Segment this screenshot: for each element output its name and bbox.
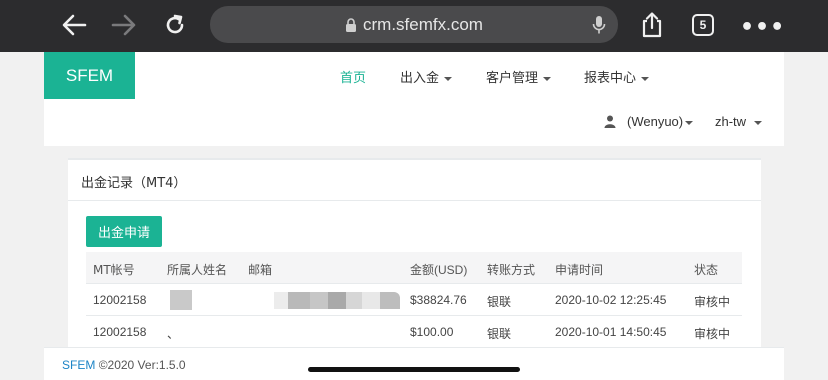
lock-icon [346,17,357,32]
nav-customer-management-label: 客户管理 [486,71,539,86]
redacted-email [274,292,400,309]
column-header[interactable]: 转账方式 [487,261,535,278]
amount: $100.00 [410,325,454,339]
reload-icon [166,14,184,34]
nav-report-center-label: 报表中心 [584,71,637,86]
apply-time: 2020-10-01 14:50:45 [555,325,667,339]
table-row[interactable]: 12002158 $38824.76 银联 2020-10-02 12:25:4… [86,284,742,316]
footer-brand-link[interactable]: SFEM [62,358,95,372]
chevron-down-icon [685,120,694,125]
back-button[interactable] [55,7,93,43]
browser-toolbar: crm.sfemfx.com 5 ••• [0,0,828,52]
column-header[interactable]: 申请时间 [555,261,603,278]
withdrawal-apply-button[interactable]: 出金申请 [86,216,162,247]
top-navbar: SFEM 首页 出入金 客户管理 报表中心 (Wenyuo) zh-tw [44,52,784,146]
user-icon [604,115,616,128]
nav-deposit-withdraw[interactable]: 出入金 [400,67,453,86]
user-name: (Wenyuo) [627,114,684,129]
home-indicator[interactable] [308,367,520,372]
chevron-down-icon [641,76,650,81]
column-header[interactable]: MT帐号 [93,261,135,278]
chevron-down-icon [444,76,453,81]
nav-home[interactable]: 首页 [340,67,366,86]
table-header: MT帐号 所属人姓名 邮箱 金额(USD) 转账方式 申请时间 状态 [86,252,742,284]
column-header[interactable]: 金额(USD) [410,261,467,278]
mt-account: 12002158 [93,325,147,339]
microphone-icon[interactable] [592,15,606,35]
user-menu[interactable]: (Wenyuo) [627,114,694,129]
language-selector[interactable]: zh-tw [715,114,763,129]
address-bar[interactable]: crm.sfemfx.com [210,6,618,43]
panel-title: 出金记录（MT4） [81,176,187,191]
chevron-down-icon [543,76,552,81]
forward-arrow-icon [111,14,136,36]
back-arrow-icon [62,14,87,36]
nav-customer-management[interactable]: 客户管理 [486,67,552,86]
nav-home-label: 首页 [340,71,367,86]
column-header[interactable]: 所属人姓名 [167,261,227,278]
divider [68,200,761,201]
reload-button[interactable] [156,7,194,43]
mt-account: 12002158 [93,293,147,307]
column-header[interactable]: 邮箱 [248,261,272,278]
column-header[interactable]: 状态 [694,261,718,278]
language-label: zh-tw [715,114,747,129]
chevron-down-icon [754,120,763,125]
status: 审核中 [694,295,731,309]
url-text: crm.sfemfx.com [363,14,483,34]
apply-time: 2020-10-02 12:25:45 [555,293,667,307]
footer-copyright: ©2020 Ver:1.5.0 [98,358,186,372]
transfer-method: 银联 [487,327,512,341]
page: SFEM 首页 出入金 客户管理 报表中心 (Wenyuo) zh-tw 出金记… [44,52,784,348]
page-footer: SFEM ©2020 Ver:1.5.0 [44,347,784,380]
nav-report-center[interactable]: 报表中心 [584,67,650,86]
transfer-method: 银联 [487,295,512,309]
tabs-button[interactable]: 5 [692,14,714,36]
withdrawal-records-panel: 出金记录（MT4） 出金申请 MT帐号 所属人姓名 邮箱 金额(USD) 转账方… [68,158,761,348]
forward-button[interactable] [105,7,143,43]
owner-name: 、 [167,327,180,341]
share-button[interactable] [633,7,671,43]
status: 审核中 [694,327,731,341]
nav-deposit-withdraw-label: 出入金 [400,71,440,86]
redacted-name [170,290,192,310]
brand-logo[interactable]: SFEM [44,52,135,99]
more-options-button[interactable]: ••• [740,15,785,40]
table-row[interactable]: 12002158 、 $100.00 银联 2020-10-01 14:50:4… [86,316,742,348]
amount: $38824.76 [410,293,467,307]
share-icon [642,12,662,38]
footer-text: SFEM ©2020 Ver:1.5.0 [62,358,186,372]
